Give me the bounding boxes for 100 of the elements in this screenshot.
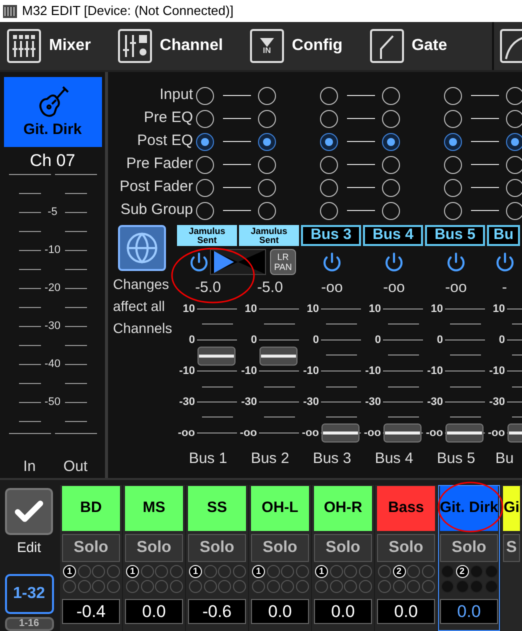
tap-radio[interactable]	[382, 110, 400, 128]
channel-card[interactable]: Git. Dirk	[4, 77, 102, 147]
power-icon[interactable]	[494, 252, 514, 272]
bank-button[interactable]: 1-32	[4, 574, 54, 614]
tap-radio[interactable]	[444, 156, 462, 174]
strip-name[interactable]: SS	[188, 486, 246, 531]
solo-button[interactable]: Solo	[314, 534, 372, 562]
channel-strip[interactable]: BD Solo 1 -0.4	[60, 485, 122, 631]
tap-radio[interactable]	[506, 178, 522, 196]
tap-radio[interactable]	[258, 132, 276, 150]
bus-header[interactable]: Bus 5	[425, 225, 485, 246]
fader-scale-label: -30	[488, 395, 506, 409]
solo-button[interactable]: Solo	[62, 534, 120, 562]
solo-button[interactable]: Solo	[440, 534, 498, 562]
tap-radio[interactable]	[258, 86, 276, 104]
bus-header[interactable]: Bu	[487, 225, 520, 246]
bus-level-value: -oo	[445, 278, 467, 298]
tap-radio[interactable]	[320, 110, 338, 128]
tap-radio[interactable]	[320, 132, 338, 150]
tap-radio[interactable]	[258, 202, 276, 220]
solo-button[interactable]: Solo	[251, 534, 309, 562]
solo-button[interactable]: Solo	[377, 534, 435, 562]
tap-radio[interactable]	[382, 202, 400, 220]
tap-radio[interactable]	[506, 202, 522, 220]
fader-handle[interactable]	[446, 424, 484, 442]
tap-radio[interactable]	[506, 110, 522, 128]
tap-radio[interactable]	[506, 132, 522, 150]
channel-strip[interactable]: OH-L Solo 1 0.0	[249, 485, 311, 631]
fader-scale-label: -oo	[363, 426, 382, 440]
strip-gain-value[interactable]: 0.0	[314, 599, 372, 624]
strip-name[interactable]: BD	[62, 486, 120, 531]
strip-gain-value[interactable]: 0.0	[251, 599, 309, 624]
bus-header[interactable]: Jamulus Sent	[239, 225, 299, 246]
globe-button[interactable]	[118, 225, 166, 271]
strip-gain-value[interactable]: -0.4	[62, 599, 120, 624]
tap-radio[interactable]	[320, 178, 338, 196]
tap-radio[interactable]	[444, 110, 462, 128]
channel-strip[interactable]: MS Solo 1 0.0	[123, 485, 185, 631]
strip-name[interactable]: Gi	[503, 486, 520, 531]
tap-radio[interactable]	[506, 156, 522, 174]
bus-header[interactable]: Jamulus Sent	[177, 225, 237, 246]
tap-radio[interactable]	[382, 86, 400, 104]
tap-radio[interactable]	[196, 86, 214, 104]
tap-radio[interactable]	[320, 202, 338, 220]
tap-radio[interactable]	[196, 202, 214, 220]
tap-radio[interactable]	[258, 178, 276, 196]
lr-pan-button[interactable]: LR PAN	[270, 248, 296, 274]
bank-button[interactable]: 1-16	[4, 617, 54, 631]
tap-radio[interactable]	[258, 110, 276, 128]
fader-handle[interactable]	[322, 424, 360, 442]
power-icon[interactable]	[384, 252, 404, 272]
bus-header[interactable]: Bus 4	[363, 225, 423, 246]
fader-scale-label: 0	[436, 333, 444, 347]
strip-gain-value[interactable]: 0.0	[125, 599, 183, 624]
fader-handle[interactable]	[198, 346, 236, 366]
fader-handle[interactable]	[384, 424, 422, 442]
pan-thumb[interactable]	[214, 250, 234, 272]
channel-strip[interactable]: Git. Dirk Solo 2 0.0	[438, 485, 500, 631]
tap-radio[interactable]	[444, 132, 462, 150]
strip-gain-value[interactable]: -0.6	[188, 599, 246, 624]
fader-handle[interactable]	[508, 424, 522, 442]
tab[interactable]: Mixer	[0, 24, 118, 68]
pan-slider[interactable]	[210, 248, 266, 274]
fader-handle[interactable]	[260, 346, 298, 366]
tab[interactable]: Channel	[118, 24, 250, 68]
edit-checkbox[interactable]	[5, 488, 53, 535]
solo-button[interactable]: S	[503, 534, 520, 562]
channel-strip[interactable]: SS Solo 1 -0.6	[186, 485, 248, 631]
power-icon[interactable]	[446, 252, 466, 272]
strip-gain-value[interactable]: 0.0	[440, 599, 498, 624]
channel-strip[interactable]: OH-R Solo 1 0.0	[312, 485, 374, 631]
tap-radio[interactable]	[196, 156, 214, 174]
tap-radio[interactable]	[258, 156, 276, 174]
strip-name[interactable]: OH-L	[251, 486, 309, 531]
channel-strip[interactable]: Bass Solo 2 0.0	[375, 485, 437, 631]
power-icon[interactable]	[322, 252, 342, 272]
tap-radio[interactable]	[320, 86, 338, 104]
tap-radio[interactable]	[444, 86, 462, 104]
tap-radio[interactable]	[196, 178, 214, 196]
strip-name[interactable]: OH-R	[314, 486, 372, 531]
solo-button[interactable]: Solo	[188, 534, 246, 562]
bus-header[interactable]: Bus 3	[301, 225, 361, 246]
tap-radio[interactable]	[196, 110, 214, 128]
power-icon[interactable]	[189, 252, 209, 272]
tap-radio[interactable]	[382, 132, 400, 150]
tab[interactable]: Gate	[370, 24, 474, 68]
strip-name[interactable]: MS	[125, 486, 183, 531]
solo-button[interactable]: Solo	[125, 534, 183, 562]
strip-gain-value[interactable]: 0.0	[377, 599, 435, 624]
tap-radio[interactable]	[382, 156, 400, 174]
tap-radio[interactable]	[444, 178, 462, 196]
tab[interactable]: IN Config	[250, 24, 370, 68]
tap-radio[interactable]	[506, 86, 522, 104]
channel-strip[interactable]: Gi S	[501, 485, 522, 631]
strip-name[interactable]: Bass	[377, 486, 435, 531]
strip-name[interactable]: Git. Dirk	[440, 486, 498, 531]
tap-radio[interactable]	[196, 132, 214, 150]
tap-radio[interactable]	[382, 178, 400, 196]
tap-radio[interactable]	[320, 156, 338, 174]
tap-radio[interactable]	[444, 202, 462, 220]
